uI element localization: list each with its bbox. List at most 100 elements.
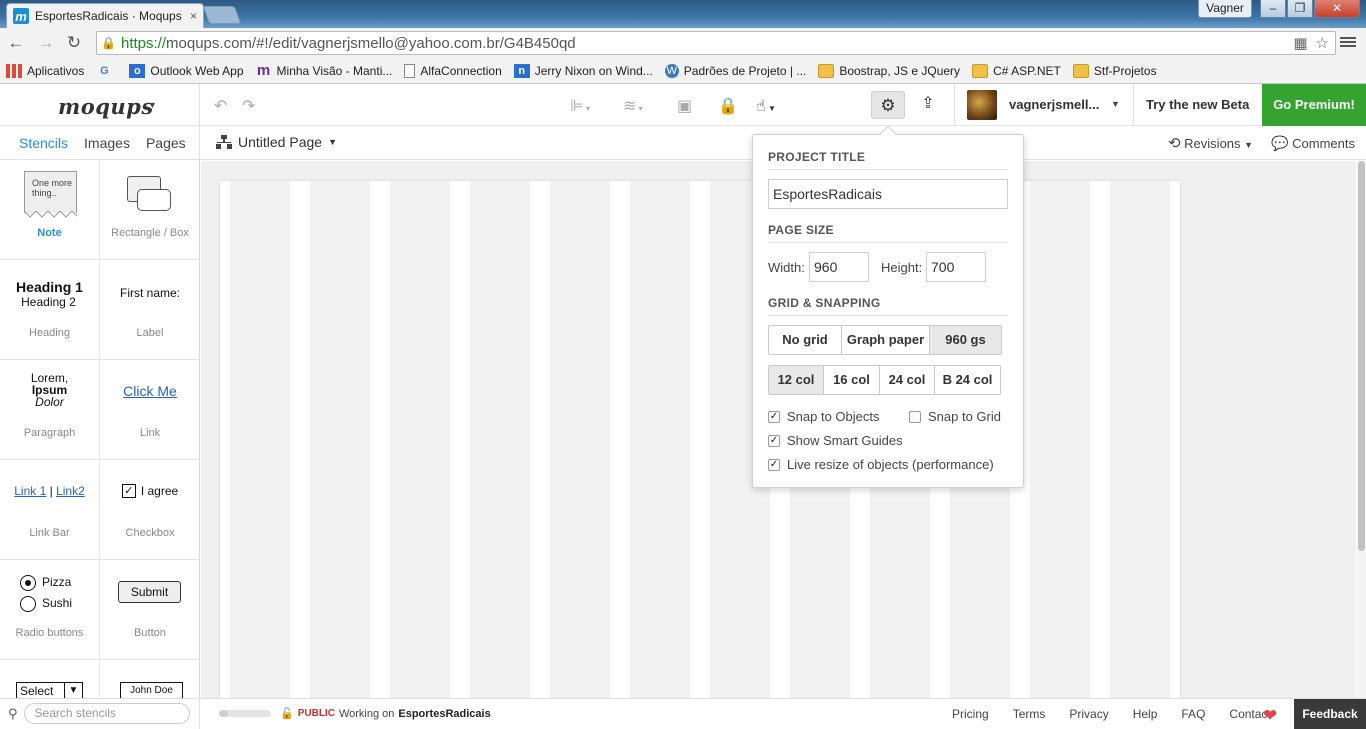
translate-icon[interactable]: ▦ (1293, 34, 1307, 52)
vertical-scrollbar[interactable] (1357, 161, 1366, 698)
stencil-heading[interactable]: Heading 1 Heading 2 Heading (0, 260, 100, 360)
address-bar[interactable]: 🔒 https:// moqups.com/#!/edit/vagnerjsme… (96, 31, 1336, 55)
page-selector[interactable]: Untitled Page ▼ (216, 134, 337, 150)
feedback-button[interactable]: Feedback (1294, 699, 1366, 729)
stencil-link[interactable]: Click Me Link (100, 360, 199, 460)
apps-icon (6, 63, 22, 78)
browser-tab[interactable]: m EsportesRadicais · Moqups × (6, 3, 204, 28)
rectangle-preview-front (137, 189, 171, 211)
moqups-logo[interactable]: moqups (58, 94, 154, 119)
snap-objects-checkbox[interactable]: ✓ Snap to Objects (768, 409, 880, 424)
bookmark-apps[interactable]: Aplicativos (6, 63, 84, 78)
chevron-down-icon[interactable]: ▼ (1111, 99, 1120, 109)
tab-stencils[interactable]: Stencils (19, 135, 68, 151)
scrollbar-thumb[interactable] (1358, 161, 1365, 551)
redo-icon[interactable]: ↷ (242, 96, 255, 116)
snap-grid-checkbox[interactable]: Snap to Grid (909, 409, 1001, 424)
undo-icon[interactable]: ↶ (214, 96, 227, 116)
tab-close-icon[interactable]: × (190, 9, 197, 23)
lock-icon[interactable]: 🔒 (718, 96, 738, 116)
layers-icon[interactable]: ≋ ▾ (623, 96, 643, 116)
col-option-12[interactable]: 12 col (769, 366, 824, 394)
footer-link-pricing[interactable]: Pricing (952, 707, 989, 721)
bookmark-jerry-nixon[interactable]: n Jerry Nixon on Wind... (513, 63, 653, 78)
tab-pages[interactable]: Pages (146, 135, 186, 151)
stencil-label-widget[interactable]: First name: Label (100, 260, 199, 360)
grid-option-none[interactable]: No grid (769, 326, 842, 354)
zoom-slider[interactable] (219, 710, 271, 717)
search-input[interactable]: Search stencils (23, 703, 190, 724)
try-beta-link[interactable]: Try the new Beta (1146, 97, 1249, 112)
project-title-input[interactable]: EsportesRadicais (768, 179, 1008, 209)
reload-icon[interactable]: ↻ (64, 33, 84, 53)
height-input[interactable]: 700 (926, 252, 986, 282)
footer-link-privacy[interactable]: Privacy (1069, 707, 1108, 721)
close-window-button[interactable]: ✕ (1314, 0, 1360, 18)
minimize-button[interactable]: – (1260, 0, 1286, 18)
stencil-select[interactable]: Select ▼ (0, 660, 100, 698)
divider (954, 84, 955, 126)
bookmark-padroes[interactable]: W Padrões de Projeto | ... (664, 63, 806, 78)
bookmark-alfaconnection[interactable]: AlfaConnection (404, 63, 502, 78)
stencil-text-input[interactable]: John Doe (100, 660, 199, 698)
tab-images[interactable]: Images (84, 135, 130, 151)
footer-links: Pricing Terms Privacy Help FAQ Contact (952, 707, 1295, 721)
width-input[interactable]: 960 (809, 252, 869, 282)
footer-link-faq[interactable]: FAQ (1181, 707, 1205, 721)
heart-icon[interactable]: ❤ (1263, 706, 1277, 726)
bookmark-folder-stf[interactable]: Stf-Projetos (1072, 63, 1157, 78)
bookmark-folder-bootstrap[interactable]: Boostrap, JS e JQuery (818, 63, 960, 78)
back-icon[interactable]: ← (6, 33, 26, 53)
select-preview: Select ▼ (16, 682, 83, 698)
grid-column (470, 181, 530, 698)
footer-link-terms[interactable]: Terms (1013, 707, 1046, 721)
avatar[interactable] (967, 90, 997, 120)
col-option-16[interactable]: 16 col (824, 366, 880, 394)
public-badge[interactable]: PUBLIC (298, 708, 335, 719)
radio-checked-icon (20, 574, 36, 591)
browser-menu-icon[interactable] (1340, 35, 1356, 51)
new-tab-button[interactable] (202, 6, 242, 24)
username[interactable]: vagnerjsmell... (1009, 97, 1099, 112)
grid-option-960gs[interactable]: 960 gs (930, 326, 1001, 354)
col-option-b24[interactable]: B 24 col (935, 366, 1000, 394)
smart-guides-checkbox[interactable]: ✓ Show Smart Guides (768, 433, 903, 448)
bookmark-outlook[interactable]: o Outlook Web App (129, 63, 244, 78)
bookmarks-bar: Aplicativos G o Outlook Web App m Minha Vi… (0, 58, 1366, 84)
chevron-down-icon[interactable]: ▼ (148, 100, 157, 110)
share-icon[interactable]: ⇪ (916, 93, 940, 117)
checkbox-preview: I agree (140, 484, 179, 498)
footer-link-help[interactable]: Help (1133, 707, 1158, 721)
star-icon[interactable]: ☆ (1316, 34, 1329, 52)
group-icon[interactable]: ▣ (677, 96, 692, 116)
interactions-icon[interactable]: ☝ ▼ (756, 96, 776, 116)
grid-option-graph-paper[interactable]: Graph paper (842, 326, 930, 354)
stencil-button[interactable]: Submit Button (100, 560, 199, 660)
settings-gear-button[interactable]: ⚙ (871, 91, 905, 119)
grid-column (630, 181, 690, 698)
stencil-rectangle[interactable]: Rectangle / Box (100, 160, 199, 260)
bookmark-google[interactable]: G (96, 64, 117, 78)
wordpress-icon: W (664, 63, 679, 78)
bookmark-mantis[interactable]: m Minha Visão - Manti... (256, 63, 393, 78)
comments-button[interactable]: 💬 Comments (1271, 135, 1355, 152)
page-canvas[interactable] (220, 181, 1180, 698)
checkbox-preview-icon: ✓ (121, 484, 136, 498)
align-icon[interactable]: ⊫ ▾ (570, 96, 590, 116)
stencil-checkbox[interactable]: ✓ I agree Checkbox (100, 460, 199, 560)
stencil-link-bar[interactable]: Link 1 | Link2 Link Bar (0, 460, 100, 560)
live-resize-checkbox[interactable]: ✓ Live resize of objects (performance) (768, 457, 994, 472)
stencil-label: Link Bar (29, 527, 70, 539)
browser-user-chip[interactable]: Vagner (1198, 0, 1252, 18)
stencil-label: Paragraph (23, 427, 76, 439)
stencil-note[interactable]: One more thing.. Note (0, 160, 100, 260)
checkbox-checked-icon: ✓ (768, 434, 780, 447)
forward-icon[interactable]: → (36, 33, 56, 53)
stencil-radio-buttons[interactable]: Pizza Sushi Radio buttons (0, 560, 100, 660)
bookmark-folder-csharp[interactable]: C# ASP.NET (972, 63, 1061, 78)
maximize-button[interactable]: ❐ (1287, 0, 1313, 18)
go-premium-button[interactable]: Go Premium! (1262, 84, 1366, 126)
stencil-paragraph[interactable]: Lorem, Ipsum Dolor Paragraph (0, 360, 100, 460)
revisions-button[interactable]: ⟲ Revisions ▼ (1168, 134, 1253, 152)
col-option-24[interactable]: 24 col (880, 366, 935, 394)
